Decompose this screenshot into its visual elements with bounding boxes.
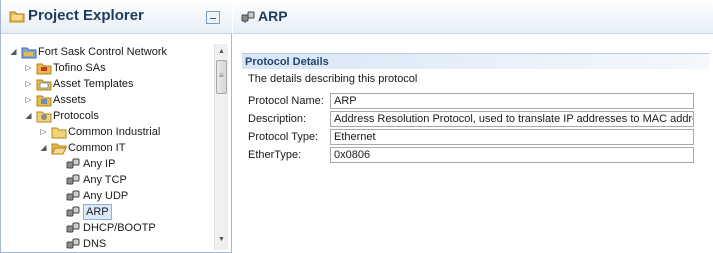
ethertype-field[interactable]: 0x0806	[330, 147, 694, 163]
tree-item-protocols[interactable]: ◢ Protocols	[1, 108, 213, 124]
tree-item-label: Any IP	[83, 158, 116, 170]
project-explorer-icon	[9, 9, 25, 26]
ethertype-label: EtherType:	[248, 149, 302, 161]
project-explorer-title: Project Explorer	[28, 7, 144, 24]
project-tree: ◢ Fort Sask Control Network ▷ Tofino SAs ▷ As…	[1, 44, 213, 253]
project-explorer-header: Project Explorer	[1, 0, 232, 34]
tree-item-label: Tofino SAs	[53, 62, 106, 74]
expanded-arrow-icon[interactable]: ◢	[9, 44, 18, 60]
protocol-name-field[interactable]: ARP	[330, 93, 694, 109]
tree-item-label: Protocols	[53, 110, 99, 122]
tree-item-label: DNS	[83, 238, 107, 250]
collapsed-arrow-icon[interactable]: ▷	[39, 124, 48, 140]
tree-item-common-industrial[interactable]: ▷ Common Industrial	[1, 124, 213, 140]
expanded-arrow-icon[interactable]: ◢	[39, 140, 48, 156]
tree-item-label: ARP	[83, 204, 112, 220]
folder-icon	[51, 125, 67, 139]
section-description: The details describing this protocol	[248, 73, 418, 85]
protocol-name-label: Protocol Name:	[248, 95, 324, 107]
editor-title: ARP	[258, 8, 288, 24]
tree-item-label: DHCP/BOOTP	[83, 222, 156, 234]
tree-item-label: Any TCP	[83, 174, 127, 186]
tree-item-any-ip[interactable]: Any IP	[1, 156, 213, 172]
protocol-type-label: Protocol Type:	[248, 131, 319, 143]
protocol-icon	[66, 157, 82, 171]
tree-scrollbar[interactable]: ▲ ▼	[214, 44, 228, 250]
protocol-details-section: Protocol Details The details describing …	[242, 53, 709, 163]
collapsed-arrow-icon[interactable]: ▷	[24, 76, 33, 92]
expanded-arrow-icon[interactable]: ◢	[24, 108, 33, 124]
tree-item-label: Common Industrial	[68, 126, 161, 138]
protocol-icon	[66, 205, 82, 219]
tree-item-asset-templates[interactable]: ▷ Asset Templates	[1, 76, 213, 92]
templates-folder-icon	[36, 77, 52, 91]
tree-item-label: Fort Sask Control Network	[38, 46, 167, 58]
tree-item-label: Common IT	[68, 142, 126, 154]
description-field[interactable]: Address Resolution Protocol, used to tra…	[330, 111, 694, 127]
tree-item-assets[interactable]: ▷ Assets	[1, 92, 213, 108]
tree-item-dns[interactable]: DNS	[1, 236, 213, 252]
scroll-thumb[interactable]	[216, 60, 227, 94]
tree-item-label: Any UDP	[83, 190, 129, 202]
network-folder-icon	[21, 45, 37, 59]
collapsed-arrow-icon[interactable]: ▷	[24, 92, 33, 108]
section-title: Protocol Details	[245, 56, 329, 68]
assets-folder-icon	[36, 93, 52, 107]
tree-item-fort-sask-control-network[interactable]: ◢ Fort Sask Control Network	[1, 44, 213, 60]
tree-item-common-it[interactable]: ◢ Common IT	[1, 140, 213, 156]
editor-header: ARP	[233, 0, 713, 34]
description-label: Description:	[248, 113, 307, 125]
protocol-icon	[241, 10, 255, 27]
protocol-type-field[interactable]: Ethernet	[330, 129, 694, 145]
protocol-icon	[66, 189, 82, 203]
collapsed-arrow-icon[interactable]: ▷	[24, 60, 33, 76]
protocol-icon	[66, 237, 82, 251]
tree-item-any-udp[interactable]: Any UDP	[1, 188, 213, 204]
sa-folder-icon	[36, 61, 52, 75]
tree-item-tofino-sas[interactable]: ▷ Tofino SAs	[1, 60, 213, 76]
project-explorer-panel: Project Explorer ◢ Fort Sask Control Netw…	[0, 0, 232, 253]
minimize-icon[interactable]	[206, 11, 220, 24]
scroll-up-arrow-icon[interactable]: ▲	[215, 46, 228, 58]
section-title-bar: Protocol Details	[242, 53, 709, 69]
tree-item-dhcp-bootp[interactable]: DHCP/BOOTP	[1, 220, 213, 236]
protocol-icon	[66, 173, 82, 187]
tree-item-any-tcp[interactable]: Any TCP	[1, 172, 213, 188]
protocols-folder-icon	[36, 109, 52, 123]
tree-item-label: Asset Templates	[53, 78, 134, 90]
tree-item-label: Assets	[53, 94, 87, 106]
open-folder-icon	[51, 141, 67, 155]
tree-item-arp[interactable]: ARP	[1, 204, 213, 220]
scroll-down-arrow-icon[interactable]: ▼	[215, 234, 228, 246]
protocol-icon	[66, 221, 82, 235]
protocol-editor-panel: ARP Protocol Details The details describ…	[233, 0, 713, 253]
